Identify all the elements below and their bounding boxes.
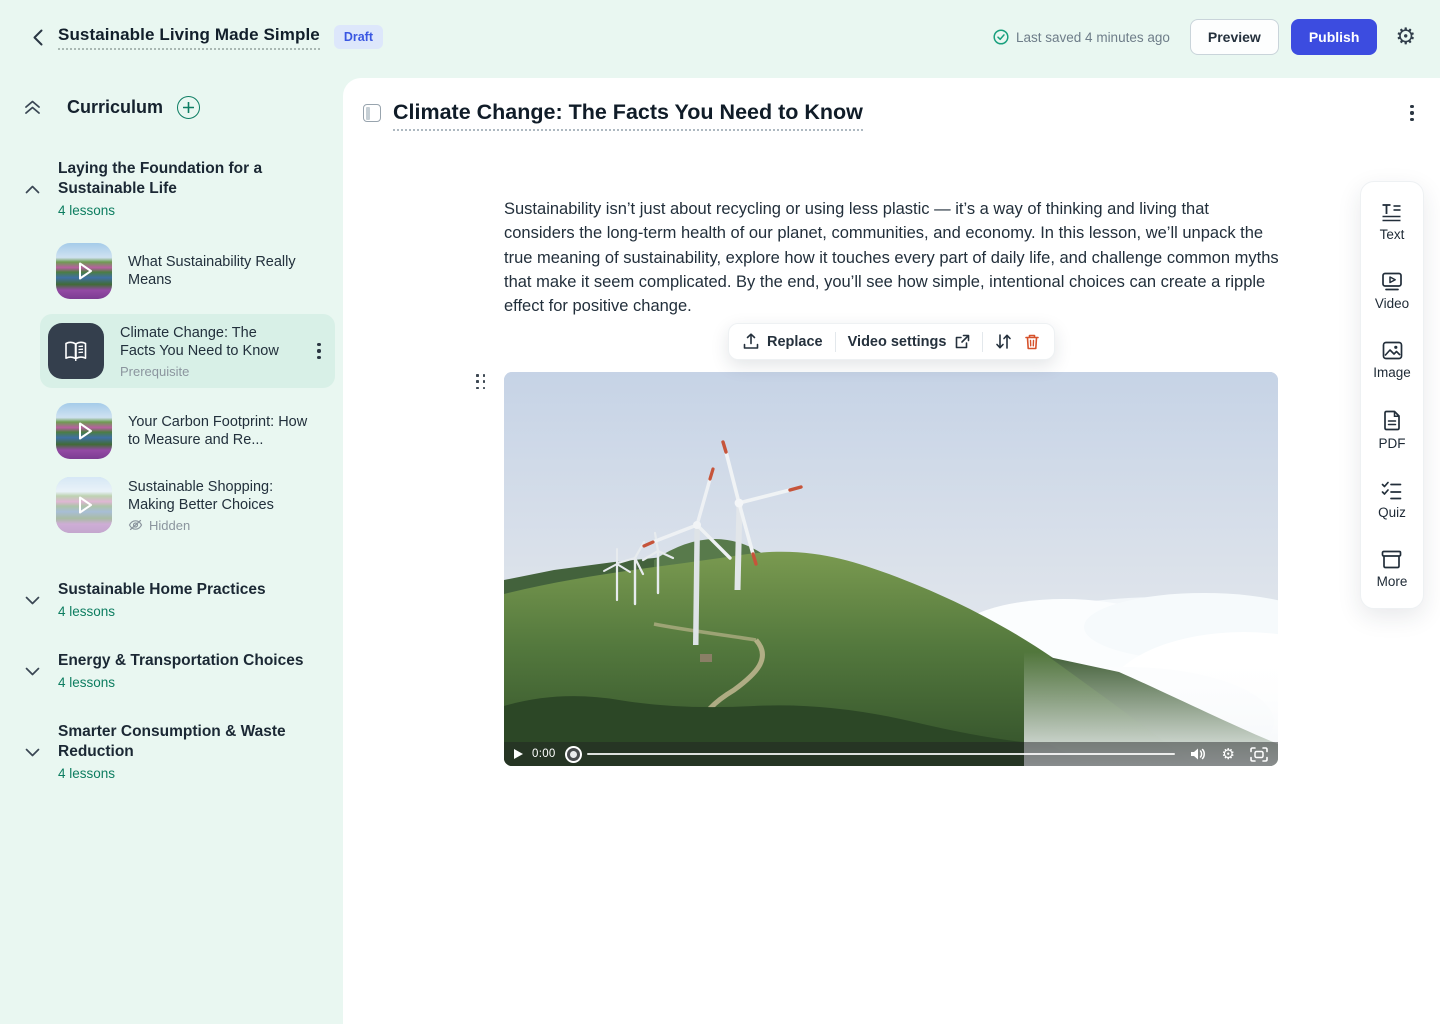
sort-arrows-icon bbox=[995, 333, 1012, 350]
external-link-icon bbox=[954, 334, 970, 350]
video-player[interactable]: 0:00 ⚙ bbox=[504, 372, 1278, 766]
video-current-time: 0:00 bbox=[532, 748, 556, 760]
top-header: Sustainable Living Made Simple Draft Las… bbox=[0, 0, 1440, 74]
wind-turbine-video-frame bbox=[504, 372, 1278, 766]
insert-block-toolbar: Text Video Image PDF Quiz More bbox=[1360, 181, 1424, 609]
play-button[interactable] bbox=[514, 749, 523, 759]
status-badge: Draft bbox=[334, 25, 383, 49]
section-lesson-count: 4 lessons bbox=[58, 203, 327, 218]
video-settings-button[interactable]: Video settings bbox=[848, 334, 971, 350]
image-icon bbox=[1382, 341, 1403, 360]
add-section-button[interactable] bbox=[177, 96, 200, 119]
lesson-video-thumbnail bbox=[56, 403, 112, 459]
lesson-intro-paragraph[interactable]: Sustainability isn’t just about recyclin… bbox=[504, 197, 1280, 318]
more-archive-icon bbox=[1381, 550, 1402, 569]
last-saved-status: Last saved 4 minutes ago bbox=[993, 29, 1170, 45]
play-icon bbox=[56, 243, 112, 299]
section-header[interactable]: Sustainable Home Practices 4 lessons bbox=[24, 580, 327, 619]
toggle-sidebar-icon[interactable] bbox=[363, 104, 381, 122]
insert-text-button[interactable]: Text bbox=[1380, 203, 1405, 242]
lesson-title: Your Carbon Footprint: How to Measure an… bbox=[128, 413, 319, 450]
seek-handle[interactable] bbox=[567, 748, 580, 761]
curriculum-section: Energy & Transportation Choices 4 lesson… bbox=[24, 651, 327, 690]
section-title[interactable]: Smarter Consumption & Waste Reduction bbox=[58, 722, 327, 762]
lesson-item-hidden[interactable]: Sustainable Shopping: Making Better Choi… bbox=[48, 468, 327, 542]
collapse-all-icon[interactable] bbox=[24, 100, 41, 115]
curriculum-sidebar: Curriculum Laying the Foundation for a S… bbox=[0, 74, 343, 1024]
section-lesson-count: 4 lessons bbox=[58, 675, 327, 690]
player-settings-icon[interactable]: ⚙ bbox=[1222, 747, 1235, 762]
section-header[interactable]: Smarter Consumption & Waste Reduction 4 … bbox=[24, 722, 327, 781]
insert-image-button[interactable]: Image bbox=[1373, 341, 1411, 380]
video-controls-bar: 0:00 ⚙ bbox=[504, 742, 1278, 766]
lesson-page-title[interactable]: Climate Change: The Facts You Need to Kn… bbox=[393, 100, 863, 131]
volume-icon[interactable] bbox=[1190, 747, 1207, 761]
insert-pdf-button[interactable]: PDF bbox=[1379, 410, 1406, 451]
play-icon bbox=[56, 403, 112, 459]
section-header[interactable]: Energy & Transportation Choices 4 lesson… bbox=[24, 651, 327, 690]
insert-quiz-button[interactable]: Quiz bbox=[1378, 481, 1406, 520]
lesson-options-kebab-icon[interactable] bbox=[1410, 105, 1414, 121]
text-icon bbox=[1381, 203, 1402, 222]
preview-button[interactable]: Preview bbox=[1190, 19, 1279, 55]
chevron-down-icon[interactable] bbox=[24, 724, 40, 781]
lesson-meta: Hidden bbox=[128, 518, 319, 533]
settings-gear-icon[interactable]: ⚙ bbox=[1395, 26, 1416, 49]
block-drag-handle[interactable] bbox=[476, 374, 486, 389]
quiz-checklist-icon bbox=[1381, 481, 1402, 500]
lesson-reading-tile bbox=[48, 323, 104, 379]
divider bbox=[982, 332, 983, 352]
video-icon bbox=[1381, 272, 1403, 291]
lesson-editor-canvas: Climate Change: The Facts You Need to Kn… bbox=[343, 78, 1440, 1024]
replace-button[interactable]: Replace bbox=[743, 333, 823, 350]
course-title[interactable]: Sustainable Living Made Simple bbox=[58, 25, 320, 50]
curriculum-section: Smarter Consumption & Waste Reduction 4 … bbox=[24, 722, 327, 781]
video-block-toolbar: Replace Video settings bbox=[728, 323, 1055, 360]
curriculum-section: Laying the Foundation for a Sustainable … bbox=[24, 159, 327, 542]
eye-off-icon bbox=[128, 519, 143, 531]
play-icon bbox=[56, 477, 112, 533]
open-book-icon bbox=[63, 339, 89, 363]
lesson-item[interactable]: Your Carbon Footprint: How to Measure an… bbox=[48, 394, 327, 468]
lesson-item-selected[interactable]: Climate Change: The Facts You Need to Kn… bbox=[40, 314, 335, 388]
seek-track[interactable] bbox=[587, 753, 1175, 756]
lesson-video-thumbnail bbox=[56, 243, 112, 299]
back-icon[interactable] bbox=[24, 23, 52, 51]
insert-video-button[interactable]: Video bbox=[1375, 272, 1409, 311]
lesson-title: Climate Change: The Facts You Need to Kn… bbox=[120, 324, 295, 361]
chevron-down-icon[interactable] bbox=[24, 582, 40, 619]
insert-more-button[interactable]: More bbox=[1377, 550, 1408, 589]
divider bbox=[835, 332, 836, 352]
publish-button[interactable]: Publish bbox=[1291, 19, 1378, 55]
lesson-item[interactable]: What Sustainability Really Means bbox=[48, 234, 327, 308]
trash-icon bbox=[1024, 333, 1040, 351]
lesson-kebab-menu-icon[interactable] bbox=[317, 343, 321, 359]
fullscreen-icon[interactable] bbox=[1250, 747, 1268, 762]
lesson-title: Sustainable Shopping: Making Better Choi… bbox=[128, 478, 319, 515]
section-title[interactable]: Energy & Transportation Choices bbox=[58, 651, 327, 671]
section-title[interactable]: Laying the Foundation for a Sustainable … bbox=[58, 159, 327, 199]
chevron-down-icon[interactable] bbox=[24, 653, 40, 690]
lesson-video-thumbnail bbox=[56, 477, 112, 533]
section-header[interactable]: Laying the Foundation for a Sustainable … bbox=[24, 159, 327, 218]
section-lesson-count: 4 lessons bbox=[58, 766, 327, 781]
lesson-title: What Sustainability Really Means bbox=[128, 253, 319, 290]
saved-check-icon bbox=[993, 29, 1009, 45]
chevron-up-icon[interactable] bbox=[24, 161, 40, 218]
upload-icon bbox=[743, 333, 759, 350]
lesson-meta: Prerequisite bbox=[120, 364, 295, 379]
curriculum-section: Sustainable Home Practices 4 lessons bbox=[24, 580, 327, 619]
pdf-icon bbox=[1383, 410, 1401, 431]
curriculum-heading: Curriculum bbox=[67, 97, 163, 118]
section-title[interactable]: Sustainable Home Practices bbox=[58, 580, 327, 600]
move-block-button[interactable] bbox=[995, 333, 1012, 350]
delete-block-button[interactable] bbox=[1024, 333, 1040, 351]
section-lesson-count: 4 lessons bbox=[58, 604, 327, 619]
